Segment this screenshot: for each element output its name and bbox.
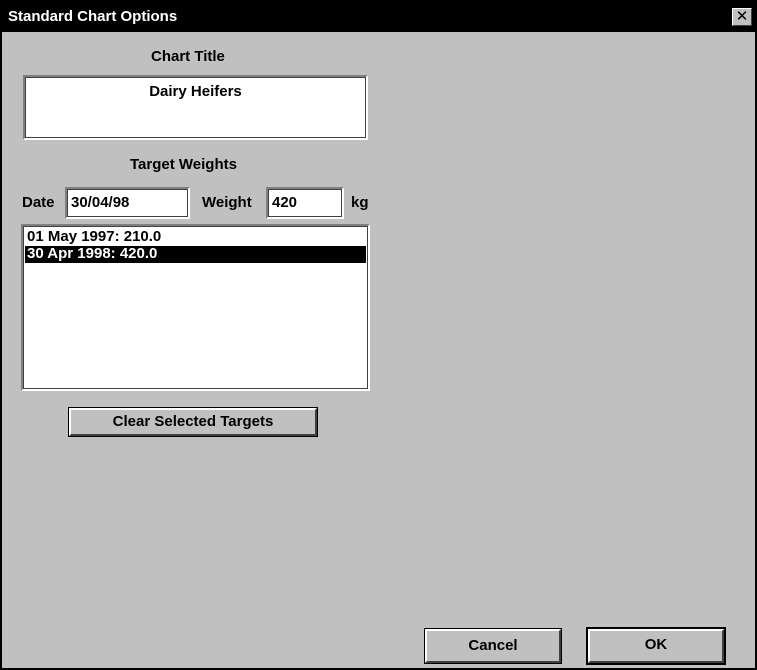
dialog-title: Standard Chart Options — [8, 8, 178, 25]
title-bar[interactable]: Standard Chart Options ✕ — [2, 2, 755, 32]
close-icon[interactable]: ✕ — [732, 8, 752, 26]
date-input[interactable]: 30/04/98 — [65, 187, 190, 219]
clear-selected-targets-button[interactable]: Clear Selected Targets — [68, 407, 318, 437]
list-item[interactable]: 01 May 1997: 210.0 — [25, 229, 366, 246]
ok-button[interactable]: OK — [586, 627, 726, 665]
kg-unit-label: kg — [351, 194, 369, 211]
chart-options-dialog: Standard Chart Options ✕ Chart Title Dai… — [0, 0, 757, 670]
weight-label: Weight — [202, 194, 252, 211]
cancel-button[interactable]: Cancel — [424, 628, 562, 664]
target-weights-list[interactable]: 01 May 1997: 210.0 30 Apr 1998: 420.0 — [21, 224, 370, 391]
date-label: Date — [22, 194, 55, 211]
target-weights-heading: Target Weights — [130, 156, 237, 173]
chart-title-input[interactable]: Dairy Heifers — [23, 75, 368, 140]
weight-input[interactable]: 420 — [266, 187, 344, 219]
chart-title-label: Chart Title — [151, 48, 225, 65]
list-item-selected[interactable]: 30 Apr 1998: 420.0 — [25, 246, 366, 263]
